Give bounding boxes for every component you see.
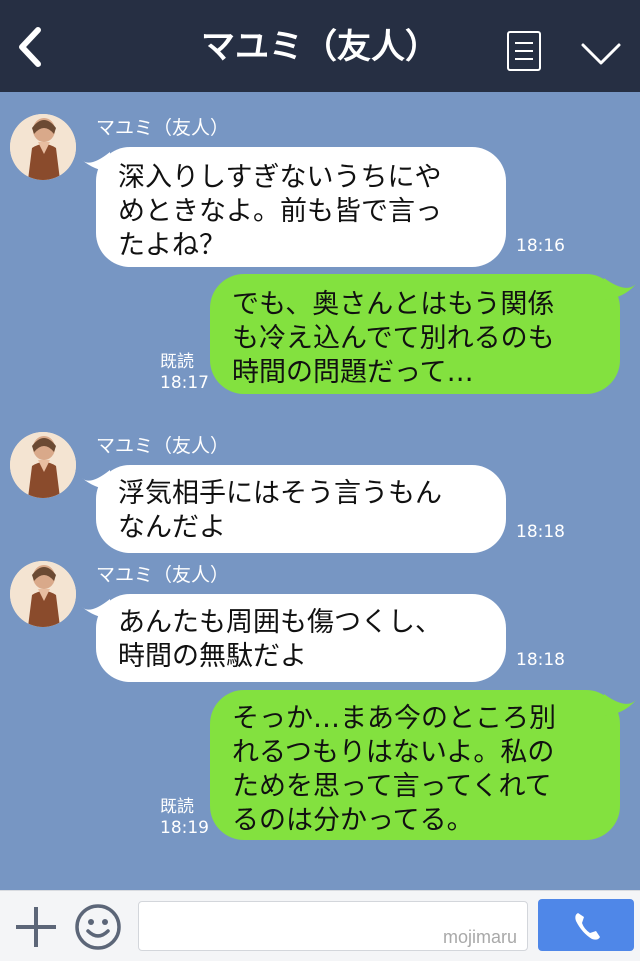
sticker-button[interactable] [74, 903, 122, 951]
sender-name: マユミ（友人） [96, 435, 230, 457]
message-text: 深入りしすぎないうちにや [118, 162, 442, 193]
message-text: 時間の問題だって… [232, 357, 474, 388]
message-time: 18:18 [516, 522, 565, 542]
message-text: れるつもりはないよ。私の [232, 737, 555, 768]
message-text: も冷え込んでて別れるのも [232, 323, 555, 354]
message-text: でも、奥さんとはもう関係 [232, 289, 555, 320]
chat-header: マユミ（友人） [0, 0, 640, 92]
bubble-tail [604, 694, 636, 716]
read-status: 既読 [160, 352, 194, 372]
message-text: なんだよ [118, 512, 226, 543]
message-text: あんたも周囲も傷つくし、 [118, 607, 442, 638]
person-avatar-icon [10, 561, 76, 627]
plus-button[interactable] [14, 905, 58, 949]
sender-name: マユミ（友人） [96, 564, 230, 586]
notes-icon [515, 42, 533, 44]
avatar[interactable] [10, 114, 76, 180]
read-status: 既読 [160, 797, 194, 817]
message-bubble[interactable]: そっか…まあ今のところ別 れるつもりはないよ。私の ためを思って言ってくれて る… [210, 690, 620, 840]
smiley-icon [75, 904, 121, 950]
back-button[interactable] [10, 22, 54, 72]
phone-icon [575, 913, 600, 940]
message-bubble[interactable]: 深入りしすぎないうちにや めときなよ。前も皆で言っ たよね？ [96, 147, 506, 267]
message-time: 18:19 [160, 818, 209, 838]
chevron-left-icon [19, 27, 41, 67]
message-time: 18:16 [516, 236, 565, 256]
avatar[interactable] [10, 432, 76, 498]
watermark: mojimaru [442, 927, 517, 947]
notes-button[interactable] [507, 31, 541, 71]
message-text: 浮気相手にはそう言うもん [118, 478, 442, 509]
call-button[interactable] [538, 899, 634, 951]
message-text: そっか…まあ今のところ別 [232, 703, 556, 734]
message-time: 18:18 [516, 650, 565, 670]
message-input[interactable]: mojimaru [138, 901, 528, 951]
message-text: 時間の無駄だよ [118, 641, 307, 672]
message-bubble[interactable]: 浮気相手にはそう言うもん なんだよ [96, 465, 506, 553]
chevron-down-icon [581, 43, 621, 65]
message-text: るのは分かってる。 [232, 805, 474, 836]
bubble-tail [604, 278, 636, 300]
message-text: ためを思って言ってくれて [232, 771, 552, 802]
input-bar: mojimaru [0, 890, 640, 961]
collapse-button[interactable] [578, 36, 624, 70]
message-bubble[interactable]: でも、奥さんとはもう関係 も冷え込んでて別れるのも 時間の問題だって… [210, 274, 620, 394]
chat-title: マユミ（友人） [201, 27, 439, 67]
person-avatar-icon [10, 114, 76, 180]
message-text: たよね？ [118, 230, 226, 261]
sender-name: マユミ（友人） [96, 117, 230, 139]
person-avatar-icon [10, 432, 76, 498]
message-time: 18:17 [160, 373, 209, 393]
avatar[interactable] [10, 561, 76, 627]
plus-icon [16, 907, 56, 947]
message-bubble[interactable]: あんたも周囲も傷つくし、 時間の無駄だよ [96, 594, 506, 682]
message-text: めときなよ。前も皆で言っ [118, 196, 442, 227]
